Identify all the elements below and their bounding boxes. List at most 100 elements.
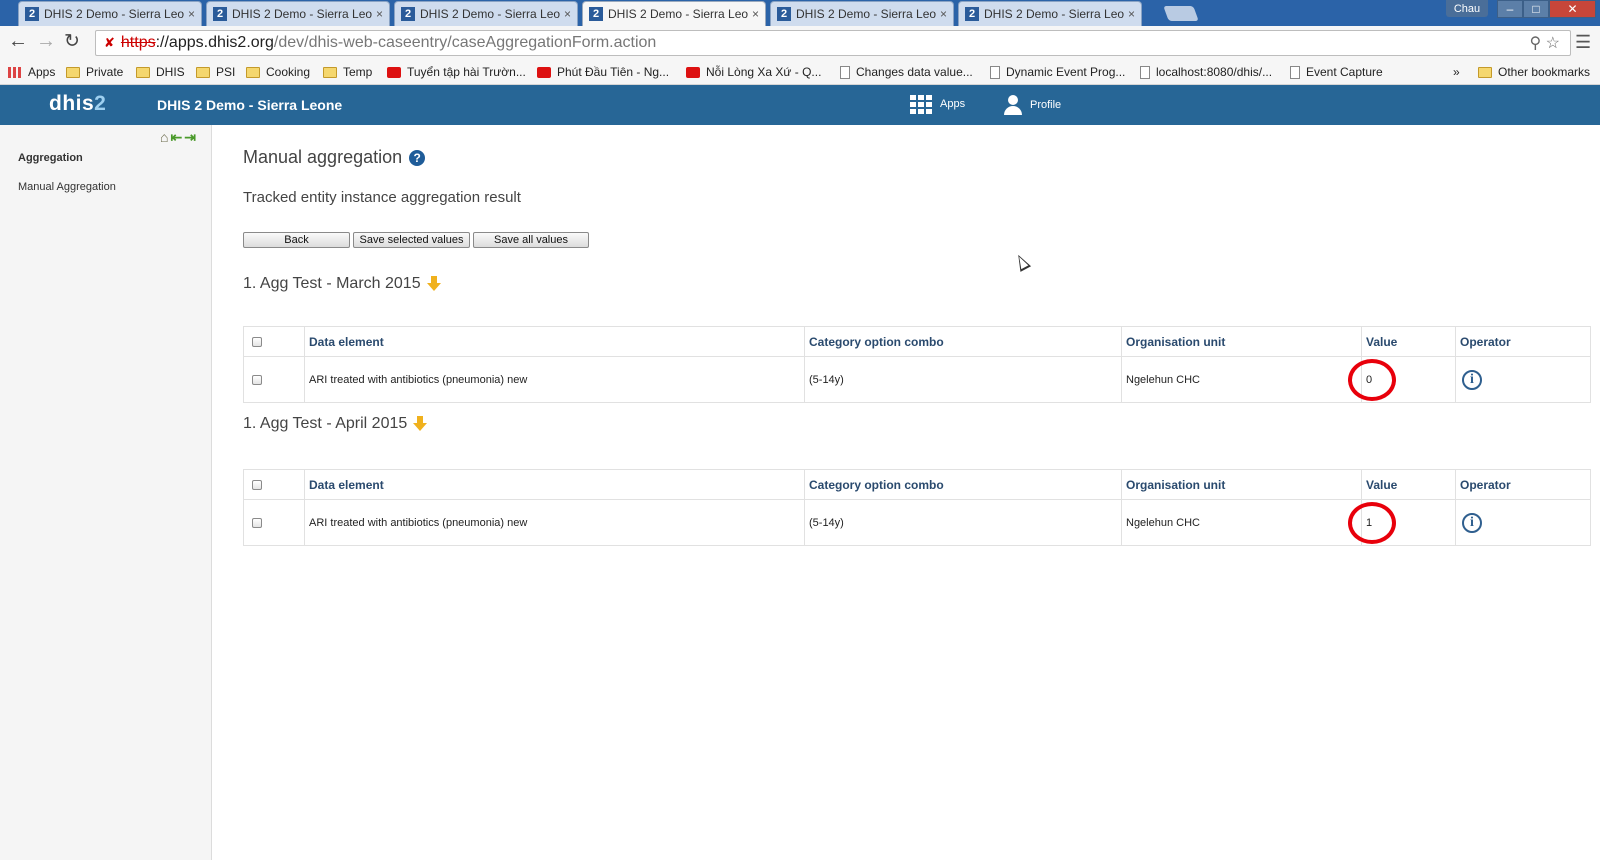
bookmark-youtube-2[interactable]: Phút Đầu Tiên - Ng... [537, 65, 669, 79]
bookmark-youtube-1[interactable]: Tuyển tập hài Trườn... [387, 65, 526, 79]
select-all-checkbox[interactable] [252, 479, 262, 490]
bookmark-folder-cooking[interactable]: Cooking [246, 65, 310, 79]
bookmarks-bar: Apps Private DHIS PSI Cooking Temp Tuyển… [0, 60, 1600, 85]
youtube-icon [686, 66, 700, 78]
apps-label: Apps [940, 98, 966, 110]
row-checkbox[interactable] [252, 517, 262, 528]
dhis2-logo[interactable]: dhis2 [49, 92, 106, 116]
organisation-unit-cell: Ngelehun CHC [1121, 356, 1362, 403]
browser-tab[interactable]: 2 DHIS 2 Demo - Sierra Leo × [206, 1, 390, 26]
close-icon[interactable]: × [188, 7, 195, 21]
home-icon[interactable]: ⌂ [160, 129, 168, 146]
data-element-cell: ARI treated with antibiotics (pneumonia)… [304, 499, 805, 546]
sidebar-item-manual-aggregation[interactable]: Manual Aggregation [18, 181, 116, 193]
forward-arrow-icon[interactable]: → [36, 30, 56, 53]
category-option-combo-cell: (5-14y) [804, 356, 1122, 403]
back-arrow-icon[interactable]: ← [8, 30, 28, 53]
window-user-badge[interactable]: Chau [1446, 0, 1488, 17]
bookmark-label: DHIS [156, 65, 185, 79]
close-icon[interactable]: × [752, 7, 759, 21]
collapse-menu-icon[interactable]: ⇤ [170, 129, 182, 146]
folder-icon [246, 66, 260, 78]
bookmark-folder-dhis[interactable]: DHIS [136, 65, 185, 79]
bookmark-folder-psi[interactable]: PSI [196, 65, 235, 79]
row-checkbox[interactable] [252, 374, 262, 385]
apps-grid-icon [910, 95, 932, 114]
browser-toolbar: ← → ↻ ✘ https ://apps.dhis2.org /dev/dhi… [0, 26, 1600, 60]
reload-icon[interactable]: ↻ [64, 30, 80, 53]
bookmark-folder-private[interactable]: Private [66, 65, 123, 79]
back-button[interactable]: Back [243, 232, 350, 248]
close-icon[interactable]: × [564, 7, 571, 21]
url-path: /dev/dhis-web-caseentry/caseAggregationF… [273, 34, 657, 51]
table-row: ARI treated with antibiotics (pneumonia)… [243, 499, 1591, 546]
section-title: 1. Agg Test - April 2015 [243, 415, 428, 433]
highlight-circle [1348, 359, 1396, 401]
bookmark-youtube-3[interactable]: Nỗi Lòng Xa Xứ - Q... [686, 65, 821, 79]
tab-title: DHIS 2 Demo - Sierra Leo [44, 7, 184, 21]
logo-number: 2 [94, 92, 107, 115]
column-header-operator: Operator [1455, 326, 1591, 357]
close-icon[interactable]: × [1128, 7, 1135, 21]
close-icon[interactable]: × [940, 7, 947, 21]
page-icon [990, 65, 1000, 79]
info-icon[interactable]: i [1462, 512, 1482, 533]
bookmark-folder-temp[interactable]: Temp [323, 65, 372, 79]
category-option-combo-cell: (5-14y) [804, 499, 1122, 546]
tab-title: DHIS 2 Demo - Sierra Leo [420, 7, 560, 21]
expand-menu-icon[interactable]: ⇥ [184, 129, 196, 146]
column-header-value: Value [1361, 326, 1456, 357]
column-header-data-element: Data element [304, 469, 805, 500]
folder-icon [1478, 66, 1492, 78]
browser-tab[interactable]: 2 DHIS 2 Demo - Sierra Leo × [18, 1, 202, 26]
close-icon[interactable]: × [376, 7, 383, 21]
value-cell: 1 [1348, 499, 1456, 546]
dhis-favicon-icon: 2 [401, 7, 415, 21]
browser-tab[interactable]: 2 DHIS 2 Demo - Sierra Leo × [770, 1, 954, 26]
bookmark-label: Tuyển tập hài Trườn... [407, 65, 526, 79]
bookmark-other[interactable]: Other bookmarks [1478, 65, 1590, 79]
down-arrow-icon[interactable] [426, 276, 441, 292]
bookmarks-overflow[interactable]: » [1453, 65, 1460, 79]
bookmark-page-2[interactable]: Dynamic Event Prog... [990, 65, 1125, 79]
info-icon[interactable]: i [1462, 369, 1482, 390]
folder-icon [66, 66, 80, 78]
maximize-icon[interactable]: □ [1523, 0, 1549, 18]
table-row: ARI treated with antibiotics (pneumonia)… [243, 356, 1591, 403]
column-header-data-element: Data element [304, 326, 805, 357]
browser-menu-icon[interactable]: ☰ [1575, 32, 1591, 53]
table-header-row: Data element Category option combo Organ… [243, 469, 1591, 500]
down-arrow-icon[interactable] [413, 416, 428, 432]
mouse-cursor-icon [1012, 252, 1032, 272]
window-close-icon[interactable]: ✕ [1549, 0, 1596, 18]
dhis-favicon-icon: 2 [25, 7, 39, 21]
browser-tab[interactable]: 2 DHIS 2 Demo - Sierra Leo × [394, 1, 578, 26]
dhis-favicon-icon: 2 [777, 7, 791, 21]
browser-tab-active[interactable]: 2 DHIS 2 Demo - Sierra Leo × [582, 1, 766, 26]
browser-tab[interactable]: 2 DHIS 2 Demo - Sierra Leo × [958, 1, 1142, 26]
dhis-header: dhis2 DHIS 2 Demo - Sierra Leone Apps Pr… [0, 85, 1600, 125]
address-bar[interactable]: ✘ https ://apps.dhis2.org /dev/dhis-web-… [95, 30, 1571, 56]
row-select-cell [243, 499, 305, 546]
bookmark-page-1[interactable]: Changes data value... [840, 65, 973, 79]
insecure-lock-icon[interactable]: ✘ [104, 35, 115, 51]
instance-title: DHIS 2 Demo - Sierra Leone [157, 97, 343, 113]
new-tab-button[interactable] [1163, 6, 1199, 21]
operator-cell: i [1455, 499, 1591, 546]
save-all-values-button[interactable]: Save all values [473, 232, 589, 248]
profile-menu[interactable]: Profile [1004, 95, 1061, 115]
save-selected-values-button[interactable]: Save selected values [353, 232, 470, 248]
select-all-checkbox[interactable] [252, 336, 262, 347]
bookmark-page-3[interactable]: localhost:8080/dhis/... [1140, 65, 1272, 79]
folder-icon [323, 66, 337, 78]
zoom-and-star-icons[interactable]: ⚲ ☆ [1529, 33, 1560, 53]
bookmark-page-4[interactable]: Event Capture [1290, 65, 1383, 79]
highlight-circle [1348, 502, 1396, 544]
minimize-icon[interactable]: – [1497, 0, 1523, 18]
help-icon[interactable]: ? [409, 149, 426, 166]
tab-title: DHIS 2 Demo - Sierra Leo [608, 7, 748, 21]
apps-menu[interactable]: Apps [910, 95, 966, 114]
bookmark-apps[interactable]: Apps [8, 65, 55, 79]
section-title-text: 1. Agg Test - April 2015 [243, 415, 408, 432]
browser-tabstrip: 2 DHIS 2 Demo - Sierra Leo × 2 DHIS 2 De… [0, 0, 1600, 26]
